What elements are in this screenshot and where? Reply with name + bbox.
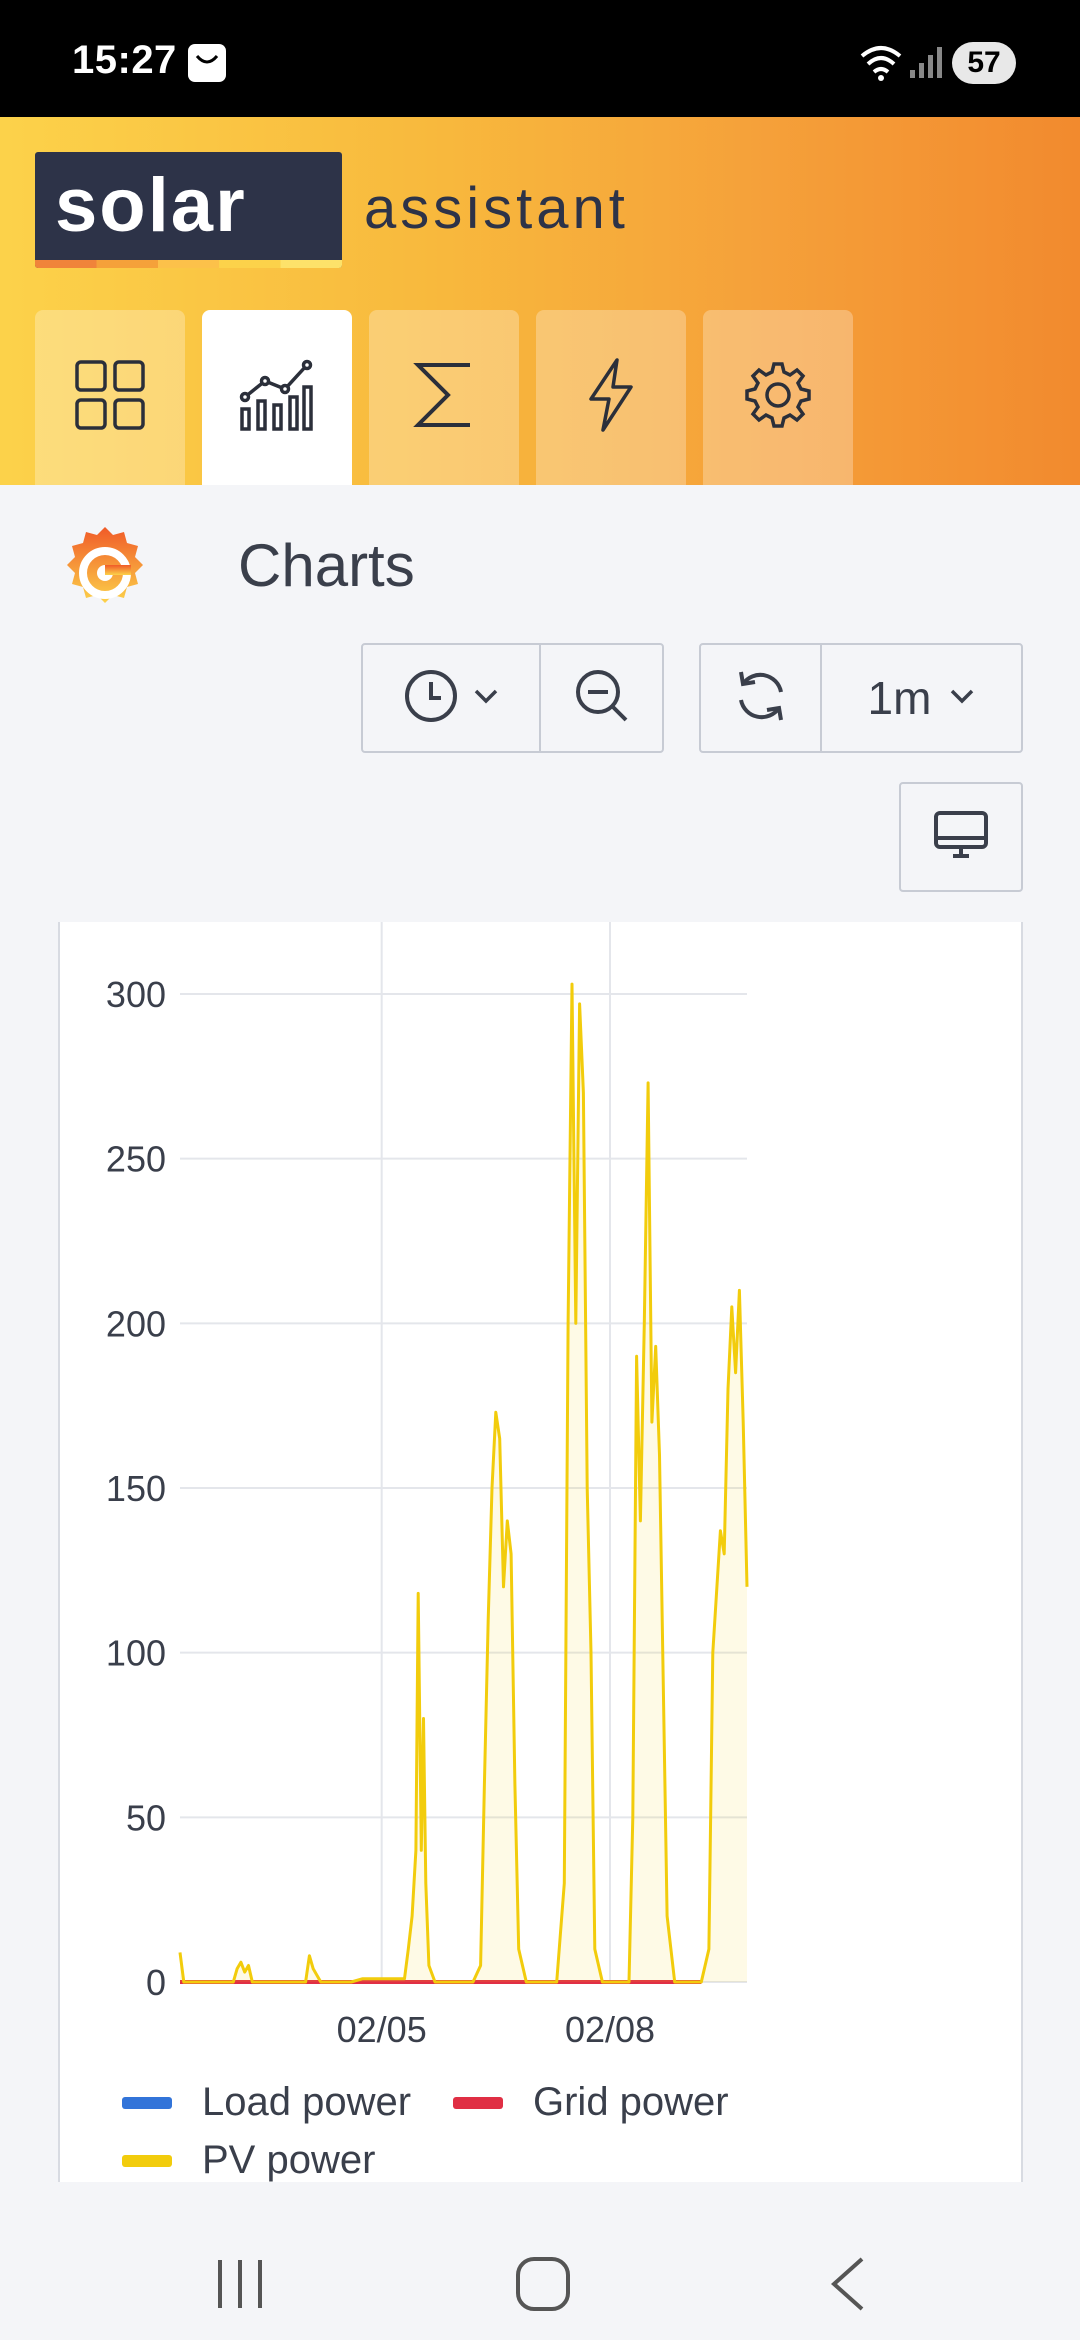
legend-item-load-power[interactable]: Load power [122,2080,411,2125]
zoom-out-button[interactable] [541,645,662,751]
lightning-icon [583,357,639,438]
notification-bag-icon [188,44,226,82]
chevron-down-icon [473,688,499,709]
battery-level: 57 [952,42,1016,84]
y-tick-label: 50 [126,1797,166,1838]
back-button[interactable] [828,2256,868,2317]
pv-power-chart[interactable]: 0 50 100 150 200 250 300 02/05 02/08 [60,922,1023,2072]
home-button[interactable] [515,2256,571,2317]
refresh-interval-label: 1m [867,672,932,724]
y-tick-label: 250 [106,1139,166,1180]
chart-icon [239,357,315,438]
wifi-icon [858,42,904,87]
monitor-icon [933,810,989,865]
x-tick-label: 02/08 [565,2009,655,2050]
system-navigation-bar [0,2182,1080,2340]
tab-settings[interactable] [703,310,853,485]
refresh-interval-picker[interactable]: 1m [822,645,1021,751]
legend-item-pv-power[interactable]: PV power [122,2138,375,2182]
logo-primary-text: solar [55,163,247,248]
clock-icon [403,668,459,729]
zoom-out-icon [574,668,630,729]
y-tick-label: 100 [106,1633,166,1674]
y-tick-label: 0 [146,1962,166,2003]
legend-item-grid-power[interactable]: Grid power [453,2080,729,2125]
legend-swatch [453,2096,503,2109]
legend-swatch [122,2096,172,2109]
legend-label: PV power [202,2138,376,2182]
status-bar: 15:27 57 [0,0,1080,117]
tab-totals[interactable] [369,310,519,485]
chevron-down-icon [949,688,975,709]
refresh-icon [731,666,791,731]
status-time: 15:27 [72,38,177,82]
tab-power[interactable] [536,310,686,485]
app-header: solar assistant [0,117,1080,485]
logo[interactable]: solar [35,152,342,268]
tab-dashboard[interactable] [35,310,185,485]
x-tick-label: 02/05 [337,2009,427,2050]
recent-apps-button[interactable] [214,2258,266,2315]
refresh-button[interactable] [701,645,822,751]
refresh-controls: 1m [699,643,1023,753]
y-tick-label: 200 [106,1303,166,1344]
logo-secondary-text: assistant [364,176,629,241]
legend-label: Grid power [533,2080,729,2124]
view-mode-button[interactable] [901,784,1021,890]
time-picker-button[interactable] [363,645,541,751]
sigma-icon [412,359,476,436]
time-controls [361,643,664,753]
legend-swatch [122,2154,172,2167]
chart-panel: 0 50 100 150 200 250 300 02/05 02/08 Load power G… [58,922,1023,2182]
grid-icon [74,359,146,436]
y-tick-label: 150 [106,1468,166,1509]
view-mode-controls [899,782,1023,892]
pv-power-area [180,984,747,1982]
signal-icon [908,44,944,85]
legend-label: Load power [202,2080,412,2124]
tab-charts[interactable] [202,310,352,485]
gear-icon [743,360,813,435]
y-tick-label: 300 [106,974,166,1015]
grafana-logo-icon [60,523,150,622]
logo-stripe [35,260,342,268]
page-title: Charts [238,532,415,599]
